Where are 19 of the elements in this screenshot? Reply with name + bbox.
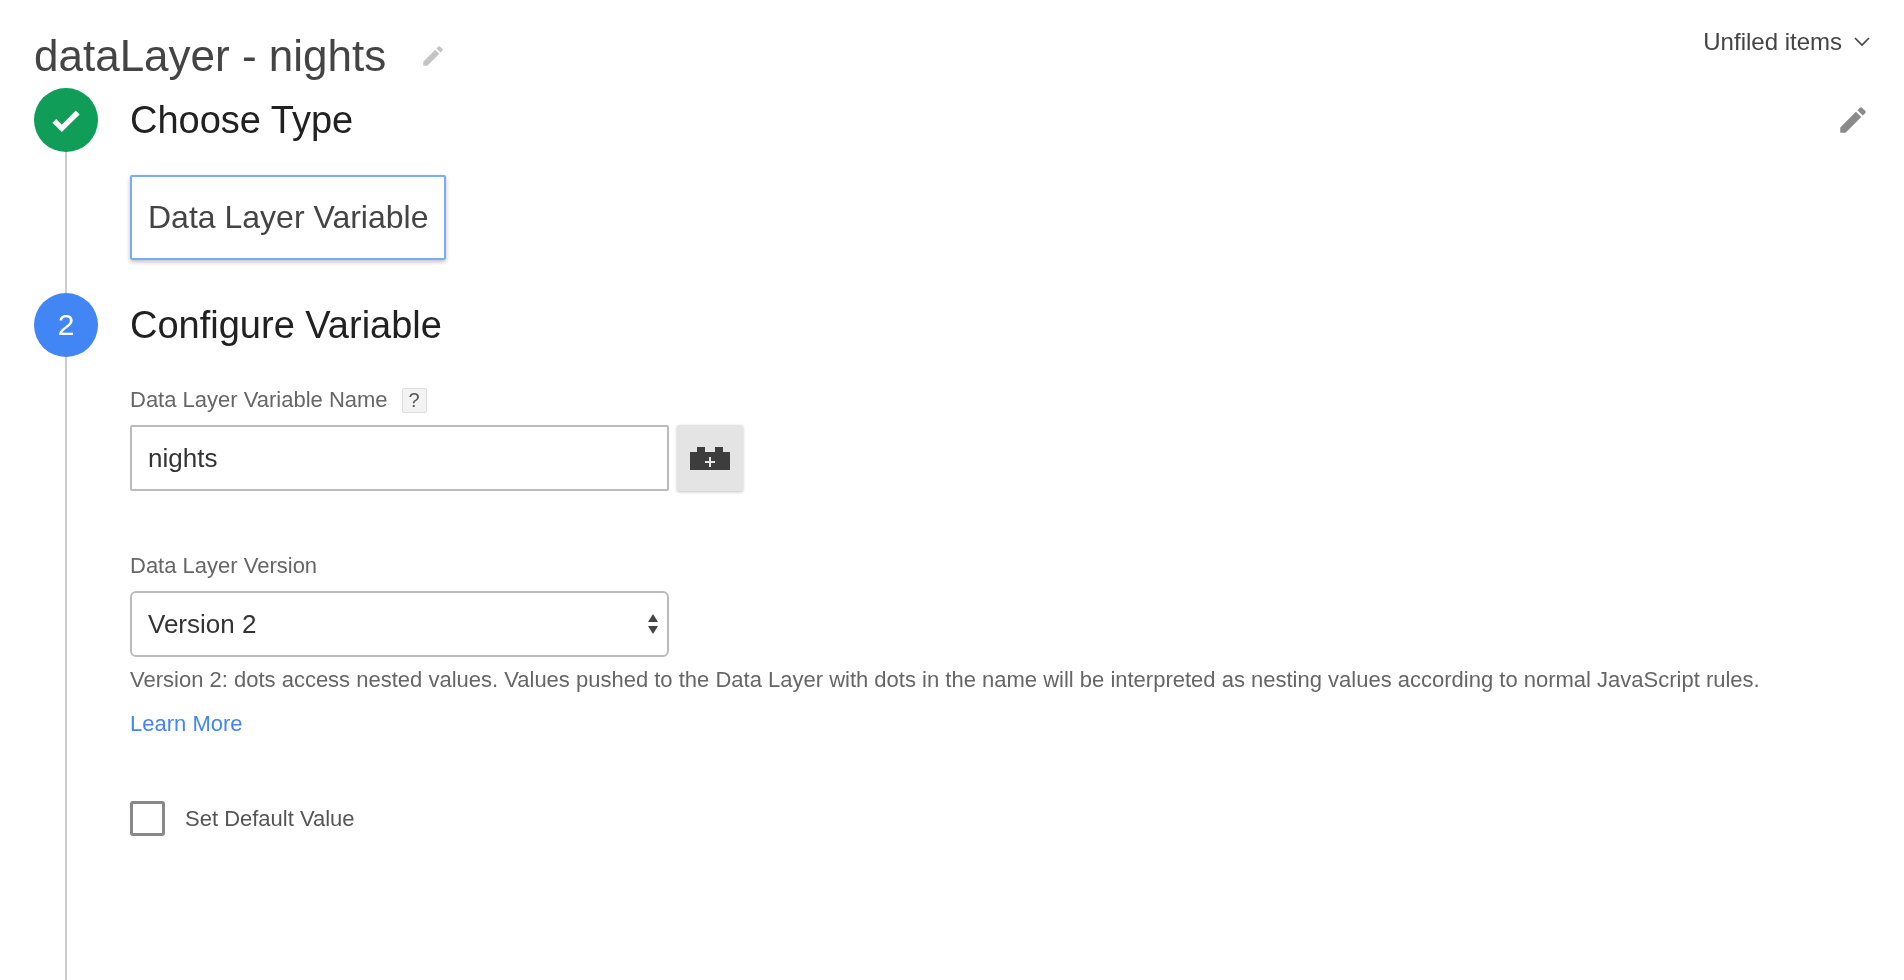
variable-name-field[interactable]: nights [130,425,669,491]
help-button[interactable]: ? [401,387,427,413]
checkbox-label: Set Default Value [185,805,355,832]
step-indicator: 2 [34,293,98,357]
learn-more-link[interactable]: Learn More [130,711,243,737]
field-label: Data Layer Variable Name [130,387,388,413]
field-label: Data Layer Version [130,553,318,579]
variable-type-card[interactable]: Data Layer Variable [130,175,447,260]
step-title: Choose Type [130,98,355,142]
brick-plus-icon [690,446,730,470]
version-select[interactable]: Version 2 [130,591,669,657]
insert-variable-button[interactable] [677,425,743,491]
up-down-arrows-icon [647,612,659,636]
chevron-down-icon [1854,37,1870,47]
help-text: Version 2: dots access nested values. Values pushed to the Data Layer with dots in the name will be interpreted as nesting values according to normal JavaScript rules. [130,667,1760,693]
checkbox[interactable] [130,801,165,836]
folder-dropdown[interactable]: Unfiled items [1703,28,1870,56]
variable-title: dataLayer - nights [34,31,387,81]
step-title: Configure Variable [130,303,443,347]
